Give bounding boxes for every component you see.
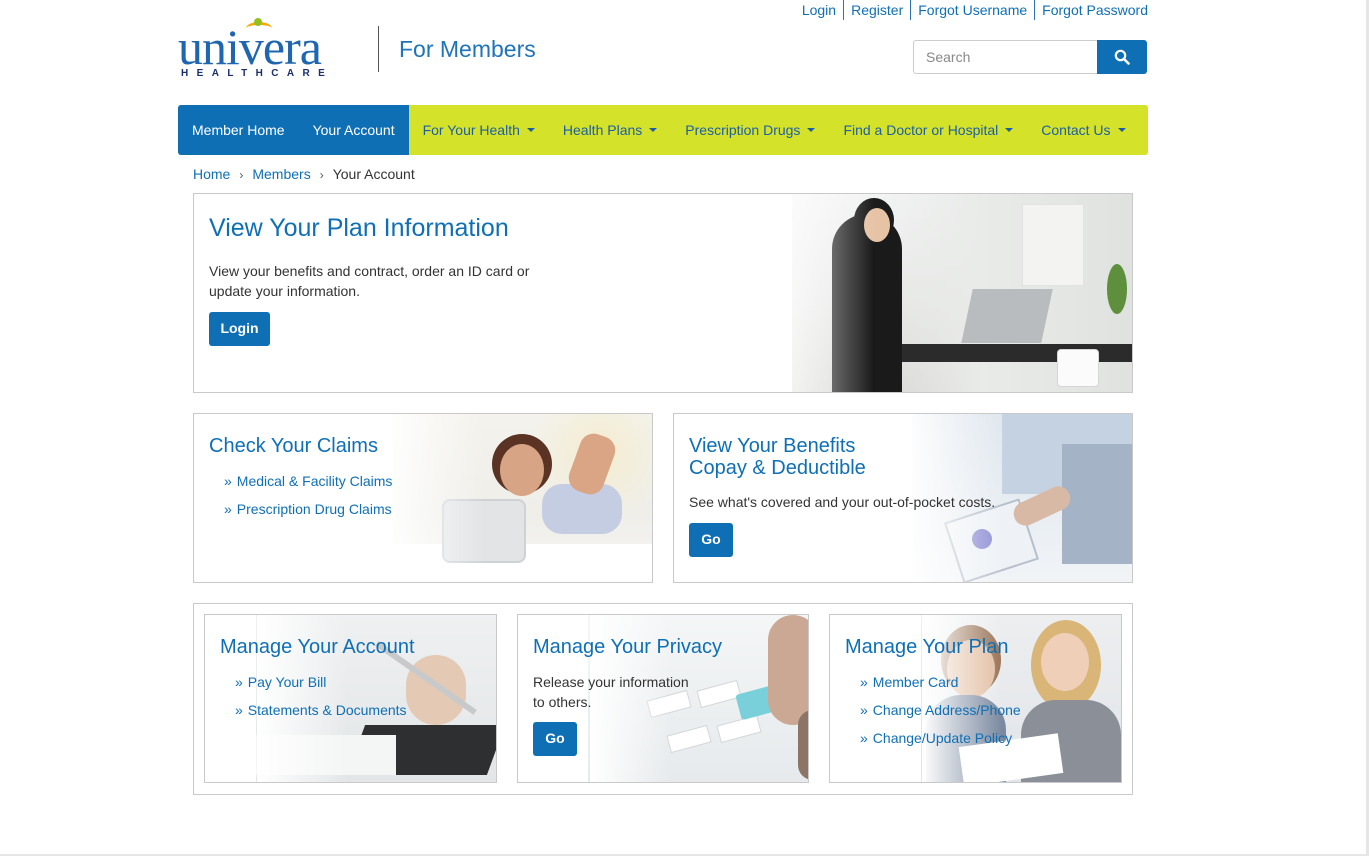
link-label: Change Address/Phone xyxy=(872,702,1021,718)
manage-account-card: Manage Your Account » Pay Your Bill » Stat… xyxy=(204,614,497,783)
change-address-phone-link[interactable]: » Change Address/Phone xyxy=(860,702,1021,718)
view-benefits-title-line2: Copay & Deductible xyxy=(689,457,866,479)
member-card-link[interactable]: » Member Card xyxy=(860,674,1021,690)
forgot-username-link[interactable]: Forgot Username xyxy=(910,0,1034,20)
manage-privacy-go-button[interactable]: Go xyxy=(533,722,577,756)
nav-primary-group: Member Home Your Account xyxy=(178,105,409,155)
nav-your-account[interactable]: Your Account xyxy=(299,122,409,138)
check-claims-links: » Medical & Facility Claims » Prescription… xyxy=(224,473,392,517)
nav-label: Contact Us xyxy=(1041,122,1111,138)
manage-privacy-title: Manage Your Privacy xyxy=(533,636,723,658)
double-chevron-right-icon: » xyxy=(860,702,868,718)
medical-facility-claims-link[interactable]: » Medical & Facility Claims xyxy=(224,473,392,489)
double-chevron-right-icon: » xyxy=(235,702,243,718)
utility-links: Login Register Forgot Username Forgot Pa… xyxy=(795,0,1148,20)
check-claims-fade xyxy=(384,414,484,582)
view-benefits-card: View Your Benefits Copay & Deductible Se… xyxy=(673,413,1133,583)
caret-down-icon xyxy=(807,128,816,132)
breadcrumb-separator-icon: › xyxy=(319,168,324,182)
plan-info-card: View Your Plan Information View your ben… xyxy=(193,193,1133,393)
check-claims-card: Check Your Claims » Medical & Facility Cl… xyxy=(193,413,653,583)
caret-down-icon xyxy=(1005,128,1014,132)
prescription-drug-claims-link[interactable]: » Prescription Drug Claims xyxy=(224,501,392,517)
plan-info-title: View Your Plan Information xyxy=(209,214,509,242)
nav-contact-us[interactable]: Contact Us xyxy=(1027,105,1139,155)
link-label: Pay Your Bill xyxy=(247,674,327,690)
search-bar xyxy=(913,40,1147,74)
change-update-policy-link[interactable]: » Change/Update Policy xyxy=(860,730,1021,746)
manage-plan-title: Manage Your Plan xyxy=(845,636,1009,658)
breadcrumb-separator-icon: › xyxy=(239,168,244,182)
pay-your-bill-link[interactable]: » Pay Your Bill xyxy=(235,674,407,690)
breadcrumb-members[interactable]: Members xyxy=(252,166,310,184)
search-icon xyxy=(1114,49,1130,65)
link-label: Medical & Facility Claims xyxy=(236,473,393,489)
manage-account-links: » Pay Your Bill » Statements & Documents xyxy=(235,674,407,718)
nav-label: Health Plans xyxy=(562,122,643,138)
nav-prescription-drugs[interactable]: Prescription Drugs xyxy=(671,105,829,155)
link-label: Statements & Documents xyxy=(247,702,407,718)
nav-label: Find a Doctor or Hospital xyxy=(843,122,999,138)
manage-privacy-card: Manage Your Privacy Release your informa… xyxy=(517,614,809,783)
nav-for-your-health[interactable]: For Your Health xyxy=(409,105,549,155)
manage-plan-links: » Member Card » Change Address/Phone » Chan… xyxy=(860,674,1021,746)
double-chevron-right-icon: » xyxy=(224,501,232,517)
nav-member-home[interactable]: Member Home xyxy=(178,122,299,138)
double-chevron-right-icon: » xyxy=(860,674,868,690)
breadcrumb-current: Your Account xyxy=(332,166,415,182)
forgot-password-link[interactable]: Forgot Password xyxy=(1034,0,1148,20)
view-benefits-go-button[interactable]: Go xyxy=(689,523,733,557)
double-chevron-right-icon: » xyxy=(224,473,232,489)
search-button[interactable] xyxy=(1097,40,1147,74)
nav-health-plans[interactable]: Health Plans xyxy=(549,105,671,155)
logo-divider xyxy=(378,26,379,72)
breadcrumb: Home › Members › Your Account xyxy=(193,166,415,184)
statements-documents-link[interactable]: » Statements & Documents xyxy=(235,702,407,718)
register-link[interactable]: Register xyxy=(843,0,910,20)
double-chevron-right-icon: » xyxy=(235,674,243,690)
logo-subtitle: HEALTHCARE xyxy=(181,68,334,79)
login-link[interactable]: Login xyxy=(795,0,843,20)
double-chevron-right-icon: » xyxy=(860,730,868,746)
breadcrumb-home[interactable]: Home xyxy=(193,166,230,184)
view-benefits-text: See what's covered and your out-of-pocke… xyxy=(689,494,996,510)
nav-label: For Your Health xyxy=(422,122,520,138)
manage-plan-card: Manage Your Plan » Member Card » Change Ad… xyxy=(829,614,1122,783)
main-nav: Member Home Your Account For Your Health… xyxy=(178,105,1148,155)
logo-wordmark: univera xyxy=(178,19,322,75)
link-label: Change/Update Policy xyxy=(872,730,1013,746)
caret-down-icon xyxy=(649,128,658,132)
manage-privacy-text: Release your information to others. xyxy=(533,674,689,710)
nav-label: Prescription Drugs xyxy=(685,122,801,138)
link-label: Member Card xyxy=(872,674,959,690)
plan-info-text: View your benefits and contract, order a… xyxy=(209,263,530,299)
search-input[interactable] xyxy=(913,40,1097,74)
plan-info-fade xyxy=(754,194,874,392)
caret-down-icon xyxy=(1117,128,1126,132)
plan-login-button[interactable]: Login xyxy=(209,312,270,346)
site-tagline: For Members xyxy=(399,36,536,62)
view-benefits-title: View Your Benefits Copay & Deductible xyxy=(689,435,866,479)
nav-find-doctor[interactable]: Find a Doctor or Hospital xyxy=(829,105,1027,155)
view-benefits-title-line1: View Your Benefits xyxy=(689,435,856,457)
link-label: Prescription Drug Claims xyxy=(236,501,392,517)
caret-down-icon xyxy=(526,128,535,132)
univera-logo[interactable]: univera HEALTHCARE xyxy=(178,18,370,82)
check-claims-title: Check Your Claims xyxy=(209,435,378,457)
manage-account-title: Manage Your Account xyxy=(220,636,415,658)
